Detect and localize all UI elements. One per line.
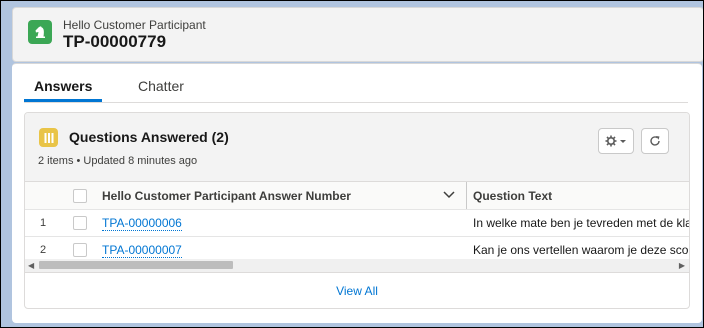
related-list-header: Questions Answered (2) 2 items • Updated… <box>25 113 689 181</box>
column-divider[interactable] <box>466 182 467 209</box>
list-settings-button[interactable] <box>598 128 634 154</box>
tab-card: Answers Chatter Questions Answered (2) 2… <box>12 63 702 323</box>
chevron-down-icon[interactable] <box>443 190 455 200</box>
list-icon <box>39 128 58 147</box>
view-all-link[interactable]: View All <box>336 284 378 298</box>
answer-link[interactable]: TPA-00000006 <box>102 216 182 231</box>
related-list-questions-answered: Questions Answered (2) 2 items • Updated… <box>24 112 690 309</box>
answer-number-cell: TPA-00000006 <box>102 210 462 236</box>
refresh-button[interactable] <box>641 128 669 154</box>
data-table: Hello Customer Participant Answer Number… <box>25 181 689 264</box>
column-header-question-text[interactable]: Question Text <box>473 182 689 209</box>
record-header: Hello Customer Participant TP-00000779 <box>12 7 703 62</box>
gear-icon <box>605 135 626 147</box>
app-frame: Hello Customer Participant TP-00000779 A… <box>0 0 704 328</box>
record-title: TP-00000779 <box>63 32 167 51</box>
knight-chess-icon <box>28 20 52 44</box>
row-checkbox[interactable] <box>70 210 90 236</box>
select-all-checkbox[interactable] <box>70 182 90 209</box>
scroll-right-icon[interactable]: ▶ <box>679 261 685 270</box>
scrollbar-thumb[interactable] <box>39 261 233 269</box>
column-header-answer-number[interactable]: Hello Customer Participant Answer Number <box>102 182 462 209</box>
object-label: Hello Customer Participant <box>63 18 206 32</box>
related-list-subtitle: 2 items • Updated 8 minutes ago <box>38 155 198 167</box>
table-row: 1 TPA-00000006 In welke mate ben je tevr… <box>25 210 689 237</box>
tab-answers[interactable]: Answers <box>24 78 103 102</box>
table-header-row: Hello Customer Participant Answer Number… <box>25 181 689 210</box>
tab-bar: Answers Chatter <box>24 64 688 103</box>
row-number: 1 <box>39 217 47 229</box>
horizontal-scrollbar[interactable]: ◀ ▶ <box>25 259 689 272</box>
tab-chatter[interactable]: Chatter <box>128 78 194 102</box>
refresh-icon <box>650 136 660 146</box>
answer-link[interactable]: TPA-00000007 <box>102 243 182 258</box>
related-list-footer: View All <box>25 272 689 308</box>
question-text-cell: In welke mate ben je tevreden met de kla… <box>473 216 689 230</box>
scroll-left-icon[interactable]: ◀ <box>28 261 34 270</box>
related-list-title[interactable]: Questions Answered (2) <box>69 129 229 145</box>
